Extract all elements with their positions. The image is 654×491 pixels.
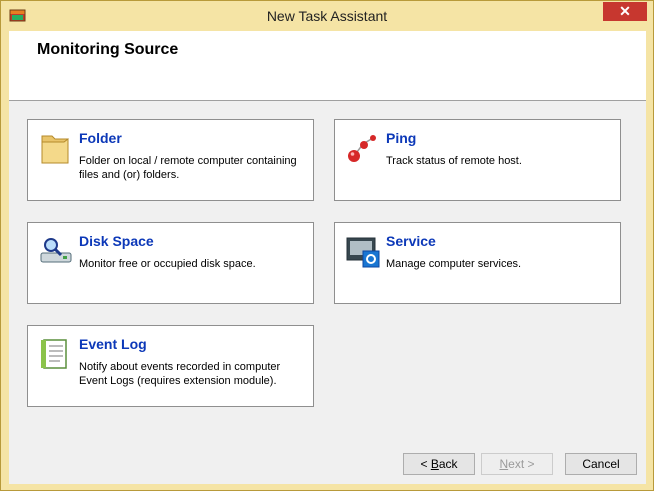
card-ping-title: Ping: [386, 130, 417, 146]
card-disk-space-description: Monitor free or occupied disk space.: [79, 258, 256, 270]
card-service-title: Service: [386, 233, 436, 249]
card-event-log-title: Event Log: [79, 336, 147, 352]
card-service-description: Manage computer services.: [386, 258, 522, 270]
back-button-accel: B: [430, 457, 439, 471]
card-ping-description: Track status of remote host.: [386, 155, 522, 167]
window-title: New Task Assistant: [266, 8, 388, 24]
wizard-header: Monitoring Source: [9, 31, 646, 101]
card-event-log-description: Notify about events recorded in computer…: [79, 361, 281, 387]
card-service[interactable]: Service Manage computer services.: [334, 222, 621, 304]
close-button[interactable]: ✕: [603, 2, 647, 21]
next-button-accel: N: [499, 457, 509, 471]
card-folder[interactable]: Folder Folder on local / remote computer…: [27, 119, 314, 201]
card-ping[interactable]: Ping Track status of remote host.: [334, 119, 621, 201]
folder-icon: [41, 135, 69, 164]
back-button[interactable]: < Back: [403, 453, 475, 475]
disk-space-icon: [40, 238, 72, 263]
card-event-log[interactable]: Event Log Notify about events recorded i…: [27, 325, 314, 407]
page-title: Monitoring Source: [37, 41, 179, 58]
card-folder-title: Folder: [79, 130, 122, 146]
next-button[interactable]: Next >: [481, 453, 553, 475]
card-disk-space[interactable]: Disk Space Monitor free or occupied disk…: [27, 222, 314, 304]
card-folder-description: Folder on local / remote computer contai…: [79, 155, 297, 181]
back-button-rest: ack: [438, 457, 458, 471]
next-button-rest: ext: [508, 457, 525, 471]
card-disk-space-title: Disk Space: [79, 233, 154, 249]
event-log-icon: [41, 339, 67, 369]
next-button-suffix: >: [524, 457, 535, 471]
title-bar[interactable]: New Task Assistant ✕: [1, 1, 653, 31]
wizard-content: Monitoring Source Folder Folder on local…: [9, 31, 646, 484]
cancel-button[interactable]: Cancel: [565, 453, 637, 475]
back-button-prefix: <: [420, 457, 431, 471]
new-task-assistant-window: New Task Assistant ✕ Monitoring Source F…: [0, 0, 654, 491]
service-icon: [346, 237, 380, 268]
ping-icon: [348, 135, 376, 162]
